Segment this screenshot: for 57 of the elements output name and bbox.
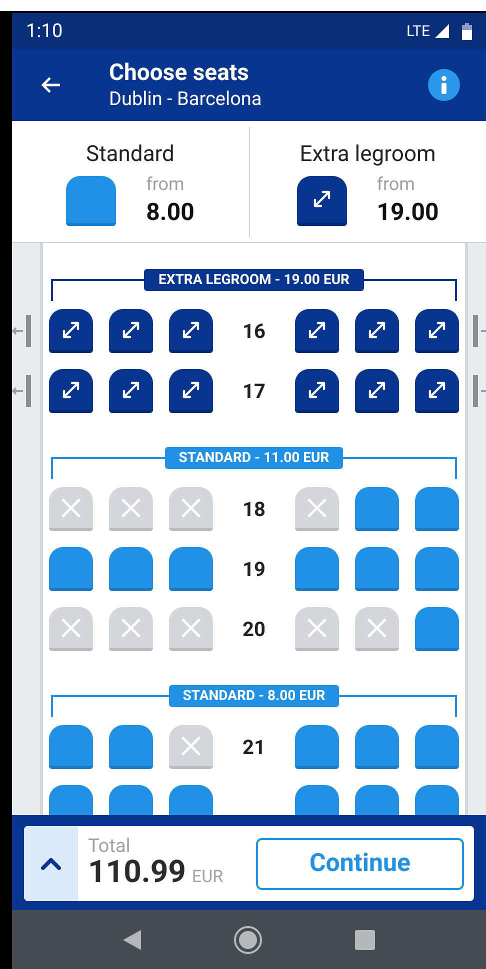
- seat[interactable]: [296, 176, 347, 226]
- cross-icon: [366, 616, 388, 638]
- row-number: 16: [242, 318, 266, 345]
- from-label: from: [376, 174, 416, 196]
- cross-icon: [120, 496, 142, 518]
- seat[interactable]: [49, 309, 93, 353]
- total-label: Total: [88, 836, 132, 855]
- screen-title: Choose seats: [109, 59, 250, 87]
- row-number: 19: [242, 556, 266, 583]
- cross-icon: [60, 616, 82, 638]
- class-price: 8.00: [146, 196, 194, 228]
- section-label: EXTRA LEGROOM - 19.00 EUR: [144, 269, 364, 291]
- seat[interactable]: [109, 309, 153, 353]
- expand-button[interactable]: [24, 826, 78, 901]
- network-label: LTE: [406, 20, 430, 42]
- seat[interactable]: [109, 369, 153, 413]
- home-nav-icon[interactable]: [233, 924, 263, 954]
- total-amount: 110.99: [88, 854, 186, 889]
- class-price: 19.00: [376, 196, 439, 228]
- status-time: 1:10: [26, 18, 63, 44]
- cross-icon: [180, 496, 202, 518]
- battery-icon: [462, 22, 472, 40]
- cross-icon: [60, 496, 82, 518]
- seat[interactable]: [415, 369, 459, 413]
- seat[interactable]: [355, 369, 399, 413]
- left-arrow-icon: [12, 326, 23, 336]
- seat[interactable]: [169, 369, 213, 413]
- chevron-up-icon: [40, 856, 62, 870]
- seat[interactable]: [295, 309, 339, 353]
- seat-class-name: Extra legroom: [300, 140, 436, 168]
- cross-icon: [306, 616, 328, 638]
- left-arrow-icon: [12, 386, 23, 396]
- continue-button[interactable]: Continue: [256, 838, 464, 890]
- row-number: 20: [242, 616, 266, 643]
- currency-label: EUR: [192, 866, 224, 889]
- route-subtitle: Dublin - Barcelona: [109, 87, 263, 111]
- seat[interactable]: [169, 309, 213, 353]
- cross-icon: [306, 496, 328, 518]
- seat[interactable]: [415, 309, 459, 353]
- back-nav-icon[interactable]: [123, 930, 141, 950]
- row-number: 21: [242, 734, 266, 761]
- recents-nav-icon[interactable]: [355, 930, 375, 950]
- cross-icon: [180, 734, 202, 756]
- seat[interactable]: [49, 369, 93, 413]
- cross-icon: [180, 616, 202, 638]
- seat[interactable]: [355, 309, 399, 353]
- seat-class-name: Standard: [86, 140, 174, 168]
- seat[interactable]: [295, 369, 339, 413]
- row-number: 18: [242, 496, 266, 523]
- info-icon: [441, 76, 447, 94]
- info-button[interactable]: [428, 69, 460, 101]
- section-label: STANDARD - 8.00 EUR: [168, 685, 340, 707]
- cross-icon: [120, 616, 142, 638]
- from-label: from: [146, 174, 186, 196]
- signal-icon: [434, 23, 450, 39]
- row-number: 17: [242, 378, 266, 405]
- section-label: STANDARD - 11.00 EUR: [164, 447, 344, 469]
